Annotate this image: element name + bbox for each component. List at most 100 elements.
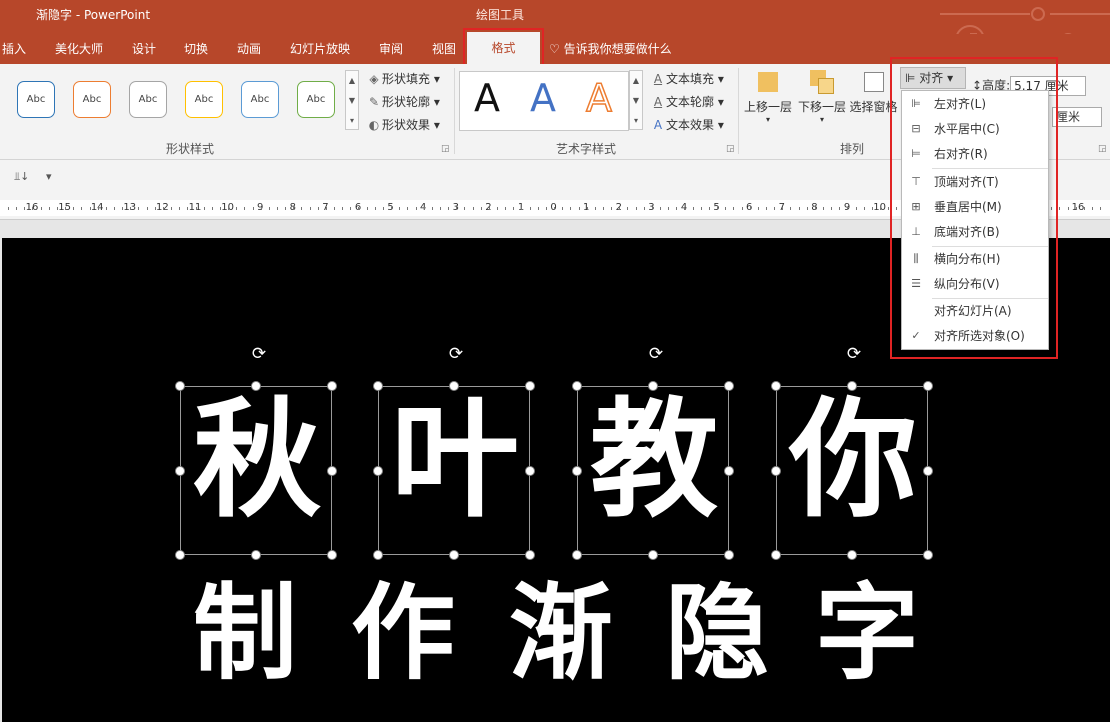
resize-handle[interactable] bbox=[175, 381, 185, 391]
width-input[interactable]: 厘米 bbox=[1052, 107, 1102, 127]
title-char[interactable]: 你 bbox=[778, 386, 928, 536]
tab-transitions[interactable]: 切换 bbox=[184, 40, 208, 57]
customize-qat-icon[interactable]: ▾ bbox=[46, 170, 52, 183]
menu-align-to-slide[interactable]: 对齐幻灯片(A) bbox=[902, 300, 1048, 322]
resize-handle[interactable] bbox=[648, 381, 658, 391]
dialog-launcher-icon[interactable]: ◲ bbox=[1098, 144, 1107, 154]
scroll-down-icon[interactable]: ▼ bbox=[630, 91, 642, 111]
text-outline-button[interactable]: A 文本轮廓 ▾ bbox=[650, 93, 724, 110]
send-backward-button[interactable]: 下移一层 ▾ bbox=[796, 70, 848, 124]
resize-handle[interactable] bbox=[373, 381, 383, 391]
scroll-up-icon[interactable]: ▲ bbox=[630, 71, 642, 91]
resize-handle[interactable] bbox=[572, 465, 582, 476]
bring-forward-button[interactable]: 上移一层 ▾ bbox=[742, 70, 794, 124]
ruler-tick bbox=[717, 207, 718, 210]
menu-distribute-vertical[interactable]: ☰ 纵向分布(V) bbox=[902, 273, 1048, 295]
shape-style-gray[interactable]: Abc bbox=[129, 81, 167, 118]
resize-handle[interactable] bbox=[327, 381, 337, 391]
resize-handle[interactable] bbox=[327, 550, 337, 560]
tab-insert[interactable]: 插入 bbox=[2, 40, 26, 57]
menu-align-center[interactable]: ⊟ 水平居中(C) bbox=[902, 118, 1048, 140]
resize-handle[interactable] bbox=[373, 465, 383, 476]
resize-handle[interactable] bbox=[449, 381, 459, 391]
resize-handle[interactable] bbox=[175, 465, 185, 476]
tell-me-search[interactable]: ♡ 告诉我你想要做什么 bbox=[549, 40, 672, 57]
resize-handle[interactable] bbox=[847, 550, 857, 560]
resize-handle[interactable] bbox=[724, 550, 734, 560]
shape-style-orange[interactable]: Abc bbox=[73, 81, 111, 118]
tab-review[interactable]: 审阅 bbox=[379, 40, 403, 57]
shape-style-green[interactable]: Abc bbox=[297, 81, 335, 118]
wordart-scroll[interactable]: ▲ ▼ ▾ bbox=[629, 70, 643, 130]
rotate-handle-icon[interactable]: ⟳ bbox=[645, 344, 667, 364]
tab-format[interactable]: 格式 bbox=[467, 32, 540, 64]
resize-handle[interactable] bbox=[449, 550, 459, 560]
resize-handle[interactable] bbox=[175, 550, 185, 560]
resize-handle[interactable] bbox=[771, 550, 781, 560]
more-icon[interactable]: ▾ bbox=[630, 111, 642, 131]
resize-handle[interactable] bbox=[327, 465, 337, 476]
resize-handle[interactable] bbox=[572, 550, 582, 560]
menu-align-left[interactable]: ⊫ 左对齐(L) bbox=[902, 93, 1048, 115]
more-icon[interactable]: ▾ bbox=[346, 111, 358, 131]
resize-handle[interactable] bbox=[923, 465, 933, 476]
menu-align-right[interactable]: ⊨ 右对齐(R) bbox=[902, 143, 1048, 165]
tab-view[interactable]: 视图 bbox=[432, 40, 456, 57]
resize-handle[interactable] bbox=[923, 381, 933, 391]
rotate-handle-icon[interactable]: ⟳ bbox=[445, 344, 467, 364]
scroll-up-icon[interactable]: ▲ bbox=[346, 71, 358, 91]
resize-handle[interactable] bbox=[572, 381, 582, 391]
scroll-down-icon[interactable]: ▼ bbox=[346, 91, 358, 111]
tab-beautify[interactable]: 美化大师 bbox=[55, 40, 103, 57]
title-char[interactable]: 叶 bbox=[380, 386, 530, 536]
resize-handle[interactable] bbox=[923, 550, 933, 560]
shape-styles-scroll[interactable]: ▲ ▼ ▾ bbox=[345, 70, 359, 130]
resize-handle[interactable] bbox=[251, 550, 261, 560]
tab-animations[interactable]: 动画 bbox=[237, 40, 261, 57]
shape-style-lightblue[interactable]: Abc bbox=[241, 81, 279, 118]
text-effect-button[interactable]: A 文本效果 ▾ bbox=[650, 116, 724, 133]
wordart-blue[interactable]: A bbox=[530, 76, 556, 120]
tab-slideshow[interactable]: 幻灯片放映 bbox=[290, 40, 350, 57]
wordart-orange-outline[interactable]: A bbox=[585, 75, 613, 121]
shape-style-gold[interactable]: Abc bbox=[185, 81, 223, 118]
title-char[interactable]: 秋 bbox=[182, 386, 332, 536]
wordart-black[interactable]: A bbox=[474, 76, 500, 120]
menu-align-top[interactable]: ⊤ 顶端对齐(T) bbox=[902, 171, 1048, 193]
shape-outline-button[interactable]: ✎ 形状轮廓 ▾ bbox=[366, 93, 440, 110]
resize-handle[interactable] bbox=[525, 465, 535, 476]
menu-align-bottom[interactable]: ⊥ 底端对齐(B) bbox=[902, 221, 1048, 243]
dialog-launcher-icon[interactable]: ◲ bbox=[441, 144, 450, 154]
shape-style-blue[interactable]: Abc bbox=[17, 81, 55, 118]
resize-handle[interactable] bbox=[525, 550, 535, 560]
shape-fill-button[interactable]: ◈ 形状填充 ▾ bbox=[366, 70, 439, 87]
dialog-launcher-icon[interactable]: ◲ bbox=[726, 144, 735, 154]
subtitle-char[interactable]: 字 bbox=[802, 568, 932, 698]
subtitle-char[interactable]: 渐 bbox=[496, 568, 626, 698]
rotate-handle-icon[interactable]: ⟳ bbox=[248, 344, 270, 364]
menu-align-selected-objects[interactable]: ✓ 对齐所选对象(O) bbox=[902, 325, 1048, 347]
resize-handle[interactable] bbox=[251, 381, 261, 391]
send-backward-label: 下移一层 bbox=[797, 100, 846, 114]
resize-handle[interactable] bbox=[373, 550, 383, 560]
resize-handle[interactable] bbox=[648, 550, 658, 560]
subtitle-char[interactable]: 制 bbox=[180, 568, 310, 698]
resize-handle[interactable] bbox=[771, 465, 781, 476]
resize-handle[interactable] bbox=[847, 381, 857, 391]
subtitle-char[interactable]: 隐 bbox=[652, 568, 782, 698]
menu-align-middle[interactable]: ⊞ 垂直居中(M) bbox=[902, 196, 1048, 218]
title-char[interactable]: 教 bbox=[579, 386, 729, 536]
chart-icon[interactable]: ⫫↓ bbox=[14, 170, 29, 184]
resize-handle[interactable] bbox=[724, 381, 734, 391]
tab-design[interactable]: 设计 bbox=[132, 40, 156, 57]
subtitle-char[interactable]: 作 bbox=[338, 568, 468, 698]
shape-effect-button[interactable]: ◐ 形状效果 ▾ bbox=[366, 116, 440, 133]
resize-handle[interactable] bbox=[771, 381, 781, 391]
resize-handle[interactable] bbox=[525, 381, 535, 391]
rotate-handle-icon[interactable]: ⟳ bbox=[843, 344, 865, 364]
text-fill-button[interactable]: A 文本填充 ▾ bbox=[650, 70, 724, 87]
ruler-tick bbox=[611, 207, 613, 210]
menu-item-label: 右对齐(R) bbox=[934, 147, 988, 161]
menu-distribute-horizontal[interactable]: ⫼ 横向分布(H) bbox=[902, 248, 1048, 270]
resize-handle[interactable] bbox=[724, 465, 734, 476]
